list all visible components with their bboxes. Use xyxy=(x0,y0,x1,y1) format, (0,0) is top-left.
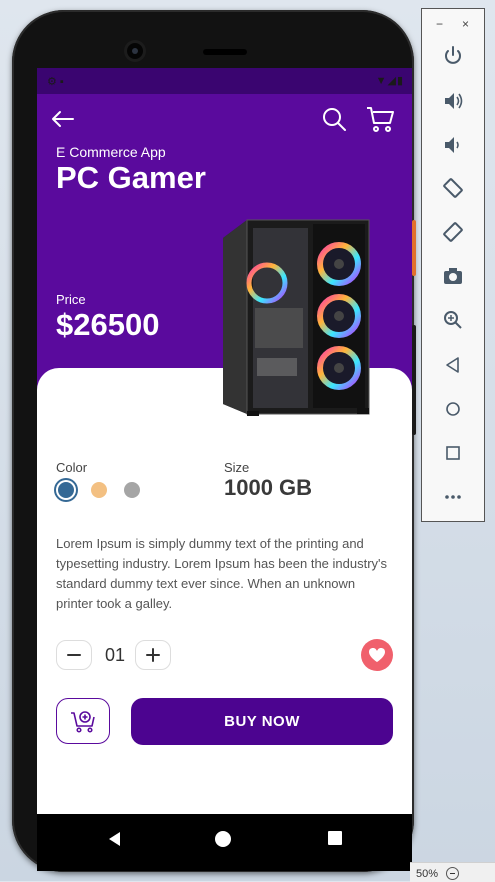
add-to-cart-button[interactable] xyxy=(56,698,110,744)
zoom-level: 50% xyxy=(416,868,439,880)
product-description: Lorem Ipsum is simply dummy text of the … xyxy=(56,536,388,611)
rotate-right-button[interactable] xyxy=(440,219,466,245)
increase-quantity-button[interactable] xyxy=(135,640,171,670)
pc-case-icon xyxy=(223,219,370,416)
nav-recents-button[interactable] xyxy=(328,831,342,845)
minimize-button[interactable]: − xyxy=(436,17,443,31)
status-icons-left: ⚙ ▪ xyxy=(47,76,64,88)
buy-now-button[interactable]: BUY NOW xyxy=(131,698,393,745)
android-nav-bar xyxy=(37,814,412,871)
camera-icon xyxy=(444,268,462,284)
app-subtitle: E Commerce App xyxy=(56,144,166,160)
plus-icon xyxy=(146,648,160,662)
power-button[interactable] xyxy=(440,43,466,69)
screenshot-button[interactable] xyxy=(440,263,466,289)
emulator-toolbar: − × xyxy=(421,8,485,522)
side-button-volume xyxy=(412,325,416,435)
zoom-out-button[interactable] xyxy=(446,867,459,880)
back-button[interactable] xyxy=(49,105,77,133)
product-image xyxy=(217,218,373,418)
volume-down-icon xyxy=(445,137,459,153)
cart-button[interactable] xyxy=(365,104,395,134)
rotate-right-icon xyxy=(443,222,463,242)
rotate-left-icon xyxy=(443,178,463,198)
heart-icon xyxy=(369,648,385,662)
rotate-left-button[interactable] xyxy=(440,175,466,201)
color-swatch-orange[interactable] xyxy=(91,482,107,498)
arrow-left-icon xyxy=(52,111,74,127)
status-bar: ⚙ ▪ ▼◢▮ xyxy=(37,68,412,94)
phone-screen: ⚙ ▪ ▼◢▮ E Commerce App PC Gamer Price $2… xyxy=(37,68,412,871)
decrease-quantity-button[interactable] xyxy=(56,640,92,670)
size-label: Size xyxy=(224,460,250,475)
product-title: PC Gamer xyxy=(56,160,206,195)
emu-home-button[interactable] xyxy=(440,396,466,422)
close-button[interactable]: × xyxy=(462,17,469,31)
emu-more-button[interactable] xyxy=(440,484,466,510)
emu-back-button[interactable] xyxy=(440,352,466,378)
power-icon xyxy=(445,46,461,64)
price-label: Price xyxy=(56,292,86,307)
search-button[interactable] xyxy=(320,105,348,133)
color-label: Color xyxy=(56,460,88,475)
volume-down-button[interactable] xyxy=(440,132,466,158)
color-swatch-gray[interactable] xyxy=(124,482,140,498)
nav-back-button[interactable] xyxy=(105,829,125,849)
status-icons-right: ▼◢▮ xyxy=(375,75,404,87)
zoom-button[interactable] xyxy=(440,307,466,333)
volume-up-button[interactable] xyxy=(440,88,466,114)
more-icon xyxy=(445,495,461,499)
favorite-button[interactable] xyxy=(361,639,393,671)
overview-icon xyxy=(446,446,460,460)
search-icon xyxy=(323,108,346,131)
side-button-orange xyxy=(412,220,416,276)
minus-icon xyxy=(67,654,81,656)
back-icon xyxy=(446,357,459,373)
quantity-value: 01 xyxy=(104,645,126,665)
emu-overview-button[interactable] xyxy=(440,440,466,466)
cart-icon xyxy=(367,107,394,132)
zoom-bar: 50% xyxy=(410,862,495,882)
price-value: $26500 xyxy=(56,307,160,342)
phone-frame: ⚙ ▪ ▼◢▮ E Commerce App PC Gamer Price $2… xyxy=(12,10,414,872)
nav-home-button[interactable] xyxy=(215,831,231,847)
color-swatch-blue[interactable] xyxy=(58,482,74,498)
size-value: 1000 GB xyxy=(224,475,313,500)
front-camera xyxy=(127,43,143,59)
earpiece xyxy=(203,49,247,55)
zoom-icon xyxy=(444,311,462,329)
cart-plus-icon xyxy=(71,711,95,733)
volume-up-icon xyxy=(445,93,463,109)
home-icon xyxy=(446,402,460,416)
triangle-back-icon xyxy=(109,832,120,846)
